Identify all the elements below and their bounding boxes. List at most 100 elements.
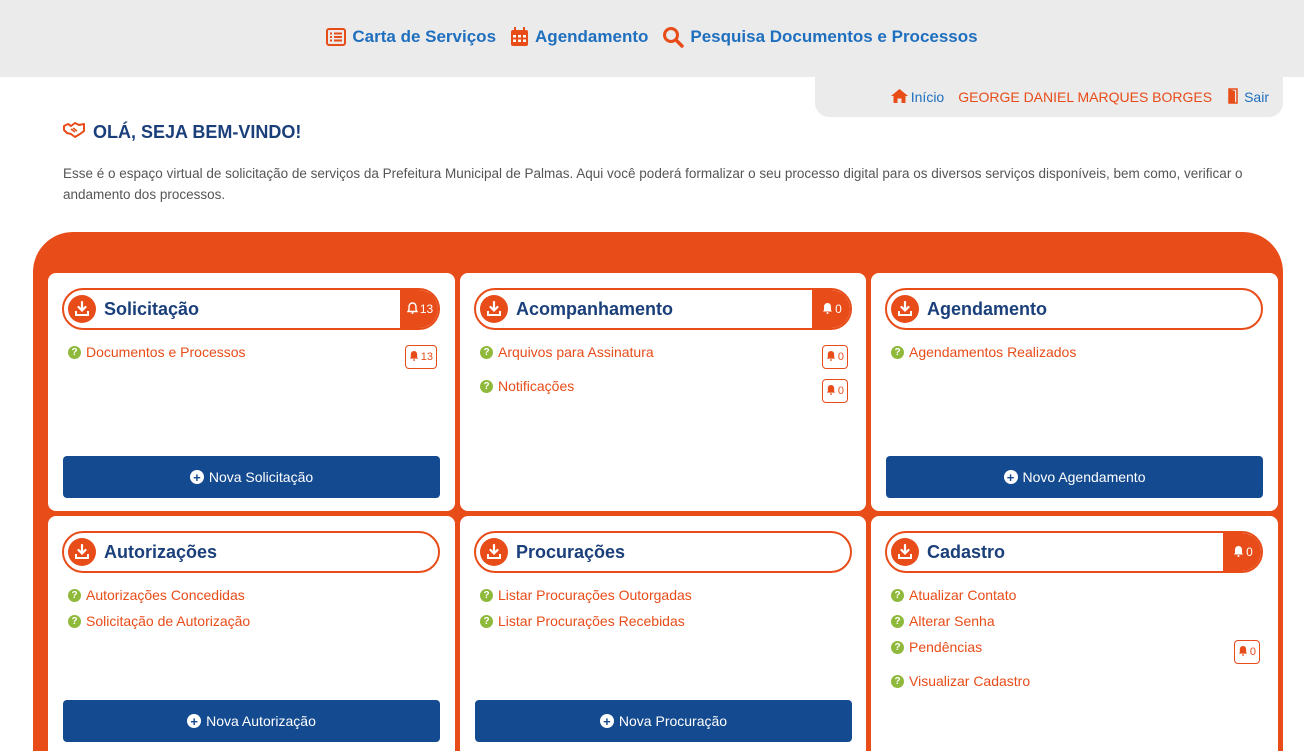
exit-link[interactable]: Sair bbox=[1226, 87, 1269, 107]
bell-icon bbox=[826, 350, 836, 364]
link-count-badge: 0 bbox=[821, 345, 848, 369]
link-atualizar-contato[interactable]: ? Atualizar Contato bbox=[891, 582, 1258, 608]
handshake-icon bbox=[63, 122, 85, 143]
exit-label: Sair bbox=[1244, 89, 1269, 105]
card-links: ? Atualizar Contato ? Alterar Senha ? Pe… bbox=[891, 582, 1260, 694]
calendar-icon bbox=[510, 27, 529, 47]
card-autorizacoes: Autorizações ? Autorizações Concedidas ?… bbox=[48, 516, 455, 751]
home-link[interactable]: Início bbox=[890, 88, 945, 106]
plus-circle-icon: + bbox=[1003, 470, 1018, 484]
download-icon bbox=[891, 295, 919, 323]
notification-badge[interactable]: 0 bbox=[812, 290, 850, 328]
question-icon: ? bbox=[480, 379, 493, 393]
door-exit-icon bbox=[1226, 87, 1241, 107]
notification-badge[interactable]: 0 bbox=[1223, 533, 1261, 571]
card-solicitacao: Solicitação 13 ? Documentos e Processos … bbox=[48, 273, 455, 511]
welcome-heading: OLÁ, SEJA BEM-VINDO! bbox=[63, 122, 301, 143]
link-label: Agendamentos Realizados bbox=[909, 344, 1077, 360]
user-bar: Início GEORGE DANIEL MARQUES BORGES Sair bbox=[815, 77, 1283, 117]
link-label: Documentos e Processos bbox=[86, 344, 246, 360]
download-icon bbox=[891, 538, 919, 566]
link-label: Listar Procurações Outorgadas bbox=[498, 587, 692, 603]
card-links: ? Agendamentos Realizados bbox=[891, 339, 1258, 365]
card-title: Acompanhamento bbox=[516, 298, 674, 319]
welcome-title: OLÁ, SEJA BEM-VINDO! bbox=[93, 122, 302, 142]
badge-count: 0 bbox=[1246, 545, 1253, 559]
link-autorizacoes-concedidas[interactable]: ? Autorizações Concedidas bbox=[68, 582, 435, 608]
notification-badge[interactable]: 13 bbox=[400, 290, 438, 328]
link-pendencias[interactable]: ? Pendências 0 bbox=[891, 634, 1260, 664]
nova-procuracao-button[interactable]: + Nova Procuração bbox=[475, 700, 852, 742]
nav-pesquisa[interactable]: Pesquisa Documentos e Processos bbox=[662, 26, 978, 48]
download-icon bbox=[480, 538, 508, 566]
card-title: Solicitação bbox=[104, 298, 200, 319]
question-icon: ? bbox=[891, 588, 904, 602]
link-documentos-processos[interactable]: ? Documentos e Processos 13 bbox=[68, 339, 437, 369]
link-label: Atualizar Contato bbox=[909, 587, 1017, 603]
button-label: Novo Agendamento bbox=[1022, 469, 1146, 485]
link-alterar-senha[interactable]: ? Alterar Senha bbox=[891, 608, 1258, 634]
bell-icon bbox=[409, 350, 419, 364]
download-icon bbox=[68, 295, 96, 323]
plus-circle-icon: + bbox=[189, 470, 204, 484]
link-agendamentos-realizados[interactable]: ? Agendamentos Realizados bbox=[891, 339, 1258, 365]
link-count: 0 bbox=[1249, 646, 1256, 658]
question-icon: ? bbox=[68, 614, 81, 628]
nav-agendamento[interactable]: Agendamento bbox=[510, 26, 648, 48]
button-label: Nova Autorização bbox=[206, 713, 316, 729]
download-icon bbox=[480, 295, 508, 323]
link-notificacoes[interactable]: ? Notificações 0 bbox=[480, 373, 848, 403]
plus-circle-icon: + bbox=[599, 714, 614, 728]
question-icon: ? bbox=[891, 614, 904, 628]
top-bar: Carta de Serviços Agendamento Pesquisa D… bbox=[0, 0, 1304, 77]
card-title: Autorizações bbox=[104, 541, 218, 562]
card-header: Agendamento bbox=[885, 288, 1263, 330]
link-solicitacao-autorizacao[interactable]: ? Solicitação de Autorização bbox=[68, 608, 435, 634]
card-links: ? Documentos e Processos 13 bbox=[68, 339, 437, 369]
card-agendamento: Agendamento ? Agendamentos Realizados + … bbox=[871, 273, 1278, 511]
bell-icon bbox=[406, 301, 419, 317]
nova-autorizacao-button[interactable]: + Nova Autorização bbox=[63, 700, 440, 742]
nav-carta-servicos[interactable]: Carta de Serviços bbox=[326, 26, 496, 48]
search-icon bbox=[662, 26, 685, 48]
home-icon bbox=[890, 88, 908, 106]
link-procuracoes-recebidas[interactable]: ? Listar Procurações Recebidas bbox=[480, 608, 846, 634]
button-label: Nova Procuração bbox=[618, 713, 728, 729]
question-icon: ? bbox=[480, 614, 493, 628]
novo-agendamento-button[interactable]: + Novo Agendamento bbox=[886, 456, 1263, 498]
home-label: Início bbox=[910, 89, 945, 105]
nav-agendamento-label: Agendamento bbox=[535, 27, 649, 46]
card-acompanhamento: Acompanhamento 0 ? Arquivos para Assinat… bbox=[460, 273, 866, 511]
badge-count: 0 bbox=[835, 302, 842, 316]
question-icon: ? bbox=[480, 588, 493, 602]
card-links: ? Listar Procurações Outorgadas ? Listar… bbox=[480, 582, 846, 634]
card-header: Solicitação 13 bbox=[62, 288, 440, 330]
card-header: Procurações bbox=[474, 531, 852, 573]
bell-icon bbox=[1233, 545, 1244, 560]
card-procuracoes: Procurações ? Listar Procurações Outorga… bbox=[460, 516, 866, 751]
link-count: 13 bbox=[420, 351, 433, 363]
nova-solicitacao-button[interactable]: + Nova Solicitação bbox=[63, 456, 440, 498]
link-label: Alterar Senha bbox=[909, 613, 995, 629]
user-name: GEORGE DANIEL MARQUES BORGES bbox=[958, 89, 1213, 105]
question-icon: ? bbox=[891, 640, 904, 654]
card-title: Agendamento bbox=[927, 298, 1048, 319]
card-title: Cadastro bbox=[927, 541, 1006, 562]
link-procuracoes-outorgadas[interactable]: ? Listar Procurações Outorgadas bbox=[480, 582, 846, 608]
top-nav: Carta de Serviços Agendamento Pesquisa D… bbox=[0, 26, 1304, 48]
link-count-badge: 13 bbox=[404, 345, 437, 369]
question-icon: ? bbox=[891, 345, 904, 359]
question-icon: ? bbox=[480, 345, 493, 359]
link-arquivos-assinatura[interactable]: ? Arquivos para Assinatura 0 bbox=[480, 339, 848, 369]
card-links: ? Autorizações Concedidas ? Solicitação … bbox=[68, 582, 435, 634]
plus-circle-icon: + bbox=[187, 714, 202, 728]
link-visualizar-cadastro[interactable]: ? Visualizar Cadastro bbox=[891, 668, 1258, 694]
link-label: Pendências bbox=[909, 639, 983, 655]
link-label: Listar Procurações Recebidas bbox=[498, 613, 685, 629]
link-count-badge: 0 bbox=[1233, 640, 1260, 664]
link-count: 0 bbox=[837, 351, 844, 363]
nav-pesquisa-label: Pesquisa Documentos e Processos bbox=[690, 27, 978, 46]
nav-carta-servicos-label: Carta de Serviços bbox=[352, 27, 497, 46]
link-label: Visualizar Cadastro bbox=[909, 673, 1031, 689]
card-title: Procurações bbox=[516, 541, 626, 562]
